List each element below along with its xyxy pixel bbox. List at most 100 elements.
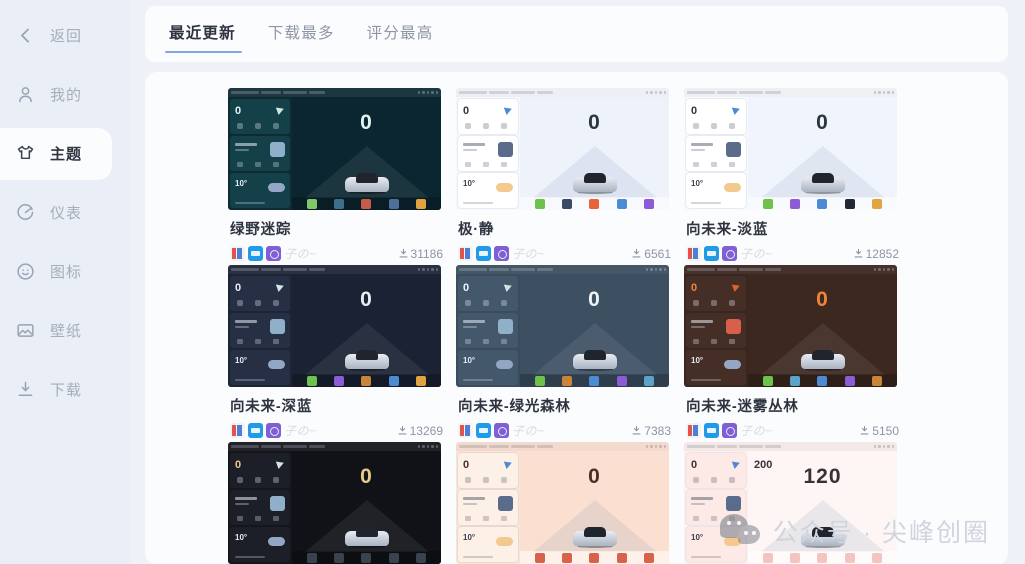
download-icon <box>399 248 408 258</box>
badge-blue-icon <box>248 246 263 261</box>
download-count: 6561 <box>631 247 671 261</box>
download-count-value: 7383 <box>644 423 671 438</box>
thumbnail-speed-value: 0 <box>360 111 373 134</box>
thumbnail-speed-value: 0 <box>588 465 601 488</box>
theme-thumbnail[interactable]: 0 10° 0 <box>228 442 441 564</box>
download-icon <box>854 248 863 258</box>
download-count-value: 13269 <box>409 423 443 438</box>
theme-thumbnail[interactable]: 0 10° 0 <box>456 88 669 210</box>
thumbnail-speed-value: 0 <box>588 288 601 311</box>
compat-badges <box>458 423 509 438</box>
theme-card[interactable]: 0 10° 0 向未来-绿光森林 子の~ 7383 <box>456 265 678 439</box>
download-count: 31186 <box>398 247 443 261</box>
sidebar-item-gauge[interactable]: 仪表 <box>0 183 130 242</box>
sidebar-item-mine[interactable]: 我的 <box>0 65 130 124</box>
theme-grid: 0 10° 0 绿野迷踪 子の~ 31186 0 10° 0 极·静 子の~ 6561 0 10° 0 向未来… <box>145 88 1008 564</box>
theme-list-panel: 0 10° 0 绿野迷踪 子の~ 31186 0 10° 0 极·静 子の~ 6561 0 10° 0 向未来… <box>145 72 1008 564</box>
smiley-icon <box>14 261 36 283</box>
theme-thumbnail[interactable]: 0 10° 0 <box>228 88 441 210</box>
theme-meta-row: 子の~ 7383 <box>458 422 671 439</box>
sidebar-item-label: 主题 <box>50 146 83 163</box>
download-icon <box>860 425 869 435</box>
thumbnail-speed-value: 0 <box>360 288 373 311</box>
download-count-value: 12852 <box>865 246 899 261</box>
download-icon <box>632 248 641 258</box>
author-signature: 子の~ <box>512 424 545 438</box>
theme-card[interactable]: 0 10° 0 <box>456 442 678 564</box>
chevron-left-icon <box>14 25 36 47</box>
sidebar-item-theme[interactable]: 主题 <box>0 124 130 183</box>
compat-badges <box>458 246 509 261</box>
sidebar-item-back[interactable]: 返回 <box>0 6 130 65</box>
tab-most-downloaded[interactable]: 下载最多 <box>266 15 337 53</box>
theme-thumbnail[interactable]: 0 10° 0 <box>228 265 441 387</box>
sidebar-item-wallpaper[interactable]: 壁纸 <box>0 301 130 360</box>
thumbnail-speed-value: 0 <box>588 111 601 134</box>
download-icon <box>632 425 641 435</box>
sidebar-item-icons[interactable]: 图标 <box>0 242 130 301</box>
theme-card[interactable]: 0 10° 0 绿野迷踪子の~ 31186 <box>228 88 450 262</box>
badge-app-icon <box>230 423 245 438</box>
theme-title: 极·静 <box>458 222 495 238</box>
download-icon <box>14 379 36 401</box>
sidebar-item-download[interactable]: 下载 <box>0 360 130 419</box>
thumbnail-speed-value: 0 <box>816 111 829 134</box>
theme-card[interactable]: 0 10° 0 极·静子の~ 6561 <box>456 88 678 262</box>
sidebar-item-label: 壁纸 <box>50 323 83 340</box>
thumbnail-speed-value: 0 <box>360 465 373 488</box>
badge-purple-icon <box>494 246 509 261</box>
tab-bar: 最近更新 下载最多 评分最高 <box>145 6 1008 62</box>
tab-recent-updates[interactable]: 最近更新 <box>165 15 242 53</box>
compat-badges <box>686 246 737 261</box>
badge-purple-icon <box>494 423 509 438</box>
compat-badges <box>686 423 737 438</box>
badge-app-icon <box>458 246 473 261</box>
theme-thumbnail[interactable]: 0 10° 0 <box>684 265 897 387</box>
badge-purple-icon <box>722 423 737 438</box>
image-icon <box>14 320 36 342</box>
download-count: 5150 <box>859 424 899 438</box>
download-count: 7383 <box>631 424 671 438</box>
sidebar-item-label: 返回 <box>50 28 83 45</box>
download-count: 13269 <box>397 424 443 438</box>
badge-purple-icon <box>266 423 281 438</box>
download-count-value: 5150 <box>872 423 899 438</box>
badge-purple-icon <box>722 246 737 261</box>
sidebar-item-label: 图标 <box>50 264 83 281</box>
badge-blue-icon <box>476 246 491 261</box>
theme-thumbnail[interactable]: 0 10° 0 <box>684 88 897 210</box>
sidebar-item-label: 我的 <box>50 87 83 104</box>
download-count-value: 31186 <box>410 246 443 261</box>
badge-blue-icon <box>476 423 491 438</box>
author-signature: 子の~ <box>512 247 545 261</box>
compat-badges <box>230 423 281 438</box>
main-area: 最近更新 下载最多 评分最高 0 10° 0 绿野迷踪子の~ 31186 0 10° 0 极·静… <box>130 0 1025 564</box>
download-count-value: 6561 <box>644 246 671 261</box>
theme-card[interactable]: 0 10° 0 向未来-深蓝 子の~ 13269 <box>228 265 450 439</box>
theme-card[interactable]: 0 10° 0 向未来-迷雾丛林 子の~ 5150 <box>684 265 906 439</box>
badge-blue-icon <box>704 246 719 261</box>
theme-thumbnail[interactable]: 0 10° 0 <box>456 265 669 387</box>
theme-title: 绿野迷踪 <box>230 222 292 238</box>
badge-blue-icon <box>704 423 719 438</box>
download-icon <box>398 425 407 435</box>
theme-thumbnail[interactable]: 0 10° 120 200 <box>684 442 897 564</box>
theme-card[interactable]: 0 10° 0 <box>228 442 450 564</box>
user-icon <box>14 84 36 106</box>
badge-app-icon <box>458 423 473 438</box>
theme-title: 向未来-淡蓝 <box>686 222 769 238</box>
theme-title: 向未来-迷雾丛林 <box>686 399 799 415</box>
theme-thumbnail[interactable]: 0 10° 0 <box>456 442 669 564</box>
badge-app-icon <box>686 423 701 438</box>
gauge-icon <box>14 202 36 224</box>
thumbnail-speed-value: 0 <box>816 288 829 311</box>
theme-meta-row: 子の~ 12852 <box>686 245 899 262</box>
theme-meta-row: 子の~ 31186 <box>230 245 443 262</box>
theme-card[interactable]: 0 10° 0 向未来-淡蓝子の~ 12852 <box>684 88 906 262</box>
app-root: 返回 我的 主题 仪表 图标 壁纸 下载 最近更新 下载最多 评分最高 0 10… <box>0 0 1025 564</box>
tshirt-icon <box>14 143 36 165</box>
theme-card[interactable]: 0 10° 120 200 <box>684 442 906 564</box>
tab-highest-rated[interactable]: 评分最高 <box>365 15 436 53</box>
author-signature: 子の~ <box>284 247 317 261</box>
compat-badges <box>230 246 281 261</box>
